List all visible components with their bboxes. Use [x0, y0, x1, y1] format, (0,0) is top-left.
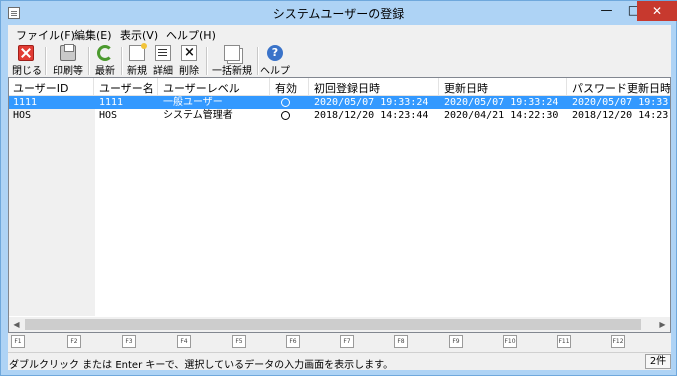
minimize-button[interactable]: —	[593, 1, 620, 21]
delete-label: 削除	[179, 66, 199, 77]
fkey-f10[interactable]: F10	[503, 335, 517, 348]
menu-view[interactable]: 表示(V)	[120, 27, 158, 43]
fkey-f12[interactable]: F12	[611, 335, 625, 348]
new-label: 新規	[127, 66, 147, 77]
column-divider[interactable]	[438, 78, 439, 95]
list-header: ユーザーID ユーザー名 ユーザーレベル 有効 初回登録日時 更新日時 パスワー…	[9, 78, 670, 96]
column-header-user-name[interactable]: ユーザー名	[99, 80, 154, 96]
column-header-user-level[interactable]: ユーザーレベル	[163, 80, 240, 96]
delete-button[interactable]: 削除	[176, 45, 202, 77]
menu-edit[interactable]: 編集(E)	[74, 27, 112, 43]
column-divider[interactable]	[157, 78, 158, 95]
fkey-f6[interactable]: F6	[286, 335, 300, 348]
function-key-bar: F1 F2 F3 F4 F5 F6 F7 F8 F9 F10 F11 F12	[8, 334, 671, 352]
close-button[interactable]: 閉じる	[12, 45, 42, 77]
cell-user-id: HOS	[13, 110, 32, 121]
enabled-circle-icon	[281, 96, 290, 109]
delete-icon	[181, 45, 197, 61]
detail-icon	[155, 45, 171, 61]
scrollbar-thumb[interactable]	[25, 319, 641, 330]
column-header-user-id[interactable]: ユーザーID	[13, 80, 69, 96]
scroll-right-icon[interactable]: ▶	[655, 317, 670, 332]
column-header-password-updated[interactable]: パスワード更新日時	[572, 80, 670, 96]
new-document-icon	[129, 43, 147, 61]
menu-bar: ファイル(F) 編集(E) 表示(V) ヘルプ(H)	[8, 25, 671, 43]
detail-button[interactable]: 詳細	[150, 45, 176, 77]
window-close-button[interactable]: ✕	[637, 1, 677, 21]
horizontal-scrollbar[interactable]: ◀ ▶	[9, 317, 670, 332]
print-label: 印刷等	[53, 66, 83, 77]
window-title: システムユーザーの登録	[272, 7, 405, 21]
cell-user-name: HOS	[99, 110, 118, 121]
detail-label: 詳細	[153, 66, 173, 77]
column-header-created[interactable]: 初回登録日時	[314, 80, 380, 96]
fkey-f9[interactable]: F9	[449, 335, 463, 348]
fkey-f5[interactable]: F5	[232, 335, 246, 348]
title-bar[interactable]: システムユーザーの登録 — □ ✕	[1, 1, 677, 25]
scroll-left-icon[interactable]: ◀	[9, 317, 24, 332]
refresh-label: 最新	[95, 66, 115, 77]
toolbar-separator	[121, 47, 123, 75]
menu-help[interactable]: ヘルプ(H)	[166, 27, 216, 43]
menu-file[interactable]: ファイル(F)	[16, 27, 75, 43]
refresh-icon	[97, 45, 113, 61]
fkey-f2[interactable]: F2	[67, 335, 81, 348]
client-area: ファイル(F) 編集(E) 表示(V) ヘルプ(H) 閉じる 印刷等 最新 新規…	[8, 25, 671, 371]
app-window: システムユーザーの登録 — □ ✕ ファイル(F) 編集(E) 表示(V) ヘル…	[0, 0, 677, 376]
column-divider[interactable]	[269, 78, 270, 95]
cell-user-level: 一般ユーザー	[163, 97, 223, 108]
table-row[interactable]: HOS HOS システム管理者 2018/12/20 14:23:44 2020…	[9, 109, 670, 122]
cell-updated: 2020/05/07 19:33:24	[444, 97, 559, 108]
fkey-f4[interactable]: F4	[177, 335, 191, 348]
fkey-f11[interactable]: F11	[557, 335, 571, 348]
column-divider[interactable]	[93, 78, 94, 95]
column-divider[interactable]	[566, 78, 567, 95]
help-label: ヘルプ	[260, 66, 290, 77]
list-empty-area	[9, 96, 95, 316]
column-divider[interactable]	[308, 78, 309, 95]
toolbar-separator	[206, 47, 208, 75]
cell-created: 2020/05/07 19:33:24	[314, 97, 429, 108]
cell-password-updated: 2018/12/20 14:23:44	[572, 110, 670, 121]
fkey-f3[interactable]: F3	[122, 335, 136, 348]
toolbar-separator	[88, 47, 90, 75]
refresh-button[interactable]: 最新	[91, 45, 119, 77]
fkey-f8[interactable]: F8	[394, 335, 408, 348]
bulk-new-label: 一括新規	[212, 66, 252, 77]
close-icon	[18, 45, 34, 61]
bulk-new-button[interactable]: 一括新規	[210, 45, 254, 77]
enabled-circle-icon	[281, 109, 290, 122]
cell-user-id: 1111	[13, 97, 38, 108]
fkey-f7[interactable]: F7	[340, 335, 354, 348]
toolbar: 閉じる 印刷等 最新 新規 詳細 削除	[8, 43, 671, 77]
user-list[interactable]: ユーザーID ユーザー名 ユーザーレベル 有効 初回登録日時 更新日時 パスワー…	[8, 77, 671, 333]
cell-user-level: システム管理者	[163, 110, 233, 121]
status-message: ダブルクリック または Enter キーで、選択しているデータの入力画面を表示し…	[9, 360, 394, 371]
cell-password-updated: 2020/05/07 19:33:24	[572, 97, 670, 108]
close-label: 閉じる	[12, 66, 42, 77]
print-button[interactable]: 印刷等	[51, 44, 85, 77]
cell-updated: 2020/04/21 14:22:30	[444, 110, 559, 121]
new-button[interactable]: 新規	[124, 43, 150, 77]
cell-created: 2018/12/20 14:23:44	[314, 110, 429, 121]
fkey-f1[interactable]: F1	[11, 335, 25, 348]
help-icon: ?	[267, 45, 283, 61]
column-header-enabled[interactable]: 有効	[275, 80, 297, 96]
bulk-new-icon	[224, 45, 240, 61]
status-bar: ダブルクリック または Enter キーで、選択しているデータの入力画面を表示し…	[8, 352, 671, 371]
help-button[interactable]: ? ヘルプ	[259, 45, 291, 77]
toolbar-separator	[45, 47, 47, 75]
record-count: 2件	[645, 354, 671, 369]
column-header-updated[interactable]: 更新日時	[444, 80, 488, 96]
printer-icon	[60, 44, 76, 61]
table-row-selected[interactable]: 1111 1111 一般ユーザー 2020/05/07 19:33:24 202…	[9, 96, 670, 109]
cell-user-name: 1111	[99, 97, 124, 108]
